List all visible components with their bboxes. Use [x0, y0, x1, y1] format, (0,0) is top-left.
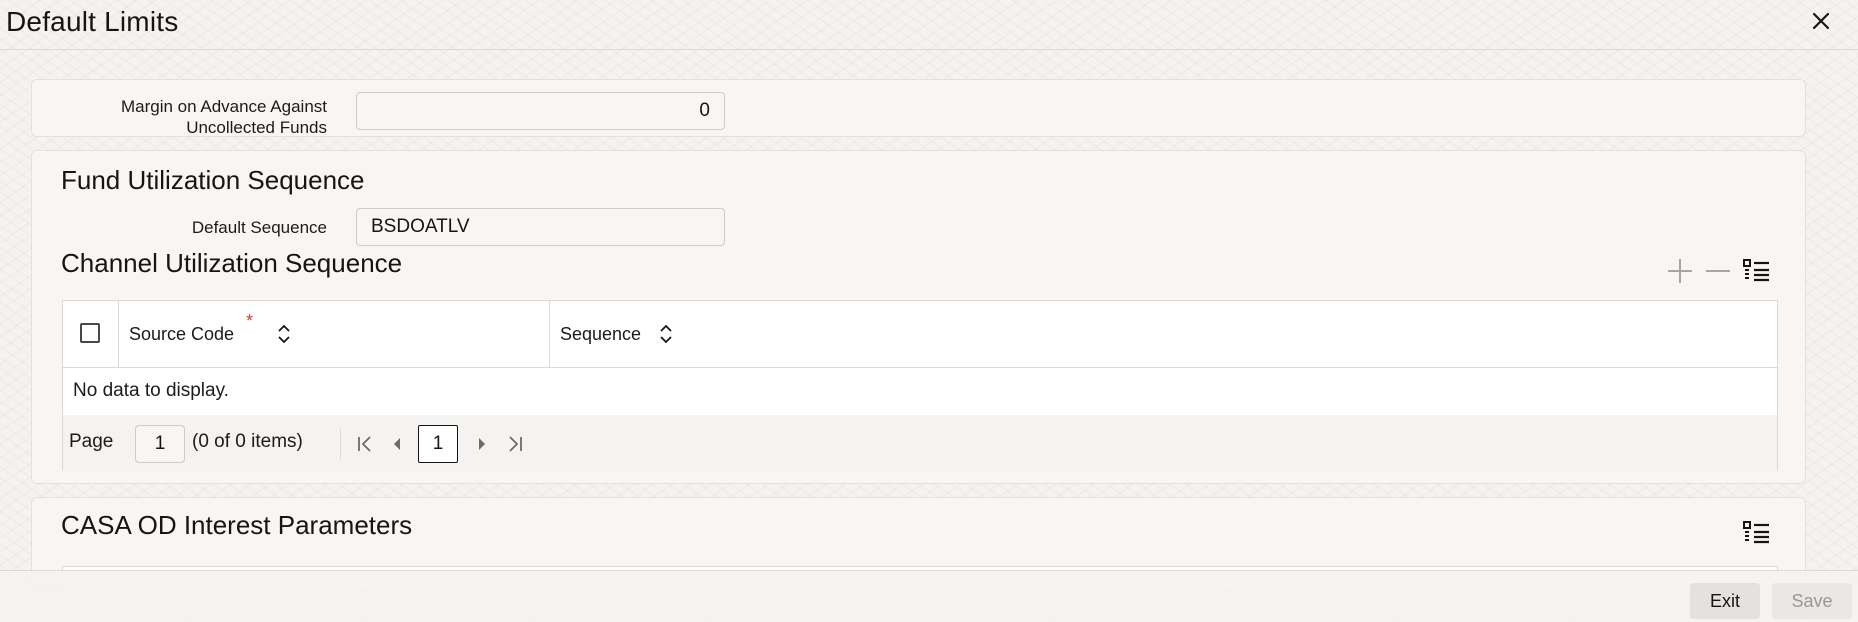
page-label: Page [69, 431, 114, 452]
fund-utilization-title: Fund Utilization Sequence [61, 165, 365, 195]
table-header: Source Code * Sequence [63, 301, 1777, 368]
previous-page-button[interactable] [385, 432, 409, 456]
margin-input[interactable]: 0 [356, 92, 725, 130]
channel-utilization-table: Source Code * Sequence No data to displa… [62, 300, 1778, 471]
casa-column-view-button[interactable] [1740, 517, 1772, 549]
last-page-button[interactable] [503, 432, 527, 456]
first-page-button[interactable] [353, 432, 377, 456]
channel-utilization-title: Channel Utilization Sequence [61, 248, 403, 278]
margin-panel: Margin on Advance Against Uncollected Fu… [31, 79, 1806, 137]
minus-icon [1706, 270, 1730, 272]
dialog-header: Default Limits [0, 0, 1858, 50]
last-page-icon [509, 436, 522, 452]
add-row-button[interactable] [1664, 255, 1696, 287]
sort-source-code-button[interactable] [277, 324, 291, 349]
first-page-icon [358, 436, 371, 452]
previous-page-icon [394, 438, 400, 450]
page-number-input[interactable]: 1 [135, 425, 185, 463]
current-page-button[interactable]: 1 [418, 425, 458, 463]
select-all-checkbox[interactable] [80, 323, 100, 343]
save-button[interactable]: Save [1772, 583, 1852, 619]
default-sequence-value: BSDOATLV [371, 216, 470, 237]
utilization-panel: Fund Utilization Sequence Default Sequen… [31, 150, 1806, 484]
pagination-bar: Page 1 (0 of 0 items) 1 [63, 415, 1777, 471]
required-indicator: * [246, 311, 254, 331]
close-button[interactable] [1806, 6, 1836, 36]
column-header-sequence[interactable]: Sequence [560, 324, 641, 345]
column-header-source-code[interactable]: Source Code [129, 324, 234, 345]
column-divider [118, 301, 119, 368]
sort-sequence-button[interactable] [659, 324, 673, 349]
sort-icon [660, 324, 672, 344]
sort-icon [278, 324, 290, 344]
list-view-icon [1743, 259, 1769, 282]
delete-row-button[interactable] [1702, 255, 1734, 287]
next-page-button[interactable] [470, 432, 494, 456]
default-sequence-label: Default Sequence [191, 218, 327, 237]
dialog-title: Default Limits [6, 6, 179, 37]
empty-table-message: No data to display. [73, 380, 229, 401]
column-view-button[interactable] [1740, 255, 1772, 287]
dialog-footer: Exit Save [0, 570, 1858, 622]
casa-od-title: CASA OD Interest Parameters [61, 510, 413, 540]
margin-value: 0 [699, 100, 710, 121]
close-icon [1812, 12, 1830, 30]
margin-label: Margin on Advance Against Uncollected Fu… [120, 97, 327, 137]
default-sequence-input[interactable]: BSDOATLV [356, 208, 725, 246]
column-divider [549, 301, 550, 368]
items-count: (0 of 0 items) [192, 431, 303, 452]
next-page-icon [479, 438, 485, 450]
plus-icon [1668, 259, 1692, 283]
pager-divider [340, 429, 341, 459]
list-view-icon [1743, 521, 1769, 544]
exit-button[interactable]: Exit [1690, 583, 1760, 619]
